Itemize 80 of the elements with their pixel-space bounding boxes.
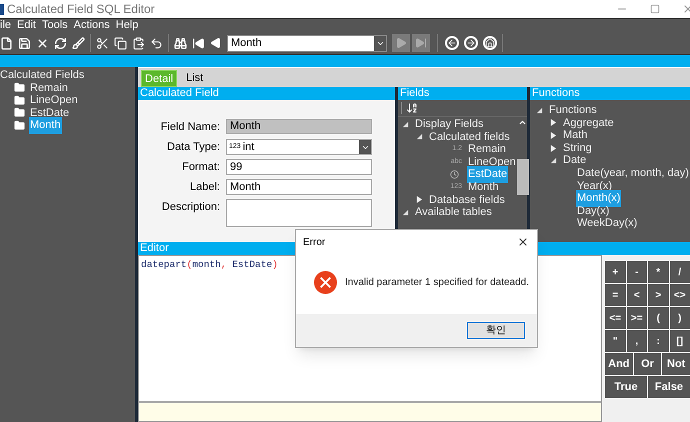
keypad-key[interactable]: :: [648, 330, 668, 352]
collapsed-triangle-icon[interactable]: [416, 196, 423, 204]
folder-icon: [14, 120, 25, 131]
keypad-key[interactable]: ): [670, 307, 690, 329]
expanded-triangle-icon[interactable]: [402, 208, 409, 216]
field-label: Label:: [189, 180, 221, 195]
save-icon[interactable]: [18, 36, 31, 50]
tab[interactable]: List: [183, 70, 206, 87]
keypad-key[interactable]: *: [648, 261, 668, 283]
keypad-key[interactable]: Or: [634, 353, 662, 375]
collapsed-triangle-icon[interactable]: [550, 119, 557, 126]
brush-icon[interactable]: [72, 36, 85, 50]
skip-forward-icon: [415, 37, 427, 49]
tree-root[interactable]: Calculated Fields: [0, 69, 135, 82]
keypad-key[interactable]: -: [626, 261, 647, 283]
scroll-up-icon[interactable]: [518, 118, 528, 127]
copy-icon[interactable]: [114, 36, 127, 50]
keypad-key[interactable]: <: [626, 284, 647, 306]
folder-icon: [14, 82, 25, 94]
expanded-triangle-icon[interactable]: [416, 133, 423, 140]
panel-header: Calculated Field: [138, 87, 395, 100]
error-message: Invalid parameter 1 specified for dateadd.: [345, 276, 529, 290]
field-label: Format:: [181, 160, 221, 175]
folder-icon: [14, 107, 25, 118]
input-field[interactable]: 99: [226, 159, 372, 175]
scissors-icon[interactable]: [96, 36, 109, 50]
menu-item[interactable]: Tools: [38, 17, 71, 34]
keypad-key[interactable]: ": [605, 330, 626, 352]
folder-icon: [14, 94, 25, 106]
menu-item[interactable]: Edit: [14, 17, 39, 34]
first-icon[interactable]: [192, 36, 205, 50]
forward-icon[interactable]: [464, 36, 478, 50]
maximize-icon[interactable]: [650, 4, 660, 14]
refresh-icon[interactable]: [54, 36, 67, 50]
panel-header: Fields: [398, 87, 527, 100]
menu-item[interactable]: Actions: [70, 17, 113, 34]
app-icon: [0, 4, 4, 14]
window-title: Calculated Field SQL Editor: [7, 1, 155, 18]
record-combo[interactable]: Month: [227, 34, 387, 52]
keypad-key[interactable]: True: [605, 376, 647, 398]
keypad-key[interactable]: >=: [626, 307, 647, 329]
input-field[interactable]: Month: [226, 179, 372, 195]
menu-item[interactable]: Help: [112, 17, 142, 34]
keypad-key[interactable]: /: [670, 261, 690, 283]
back-icon[interactable]: [445, 36, 459, 50]
error-icon: [314, 270, 337, 294]
description-field[interactable]: [226, 199, 372, 227]
keypad-key[interactable]: <>: [670, 284, 690, 306]
keypad-key[interactable]: ,: [626, 330, 647, 352]
close-icon[interactable]: [36, 36, 49, 50]
field-label: Data Type:: [166, 140, 221, 155]
keypad-key[interactable]: (: [648, 307, 668, 329]
home-icon[interactable]: [483, 36, 497, 50]
keypad-key[interactable]: Not: [662, 353, 690, 375]
expanded-triangle-icon[interactable]: [536, 106, 543, 114]
field-label: Description:: [160, 200, 221, 215]
keypad-key[interactable]: =: [605, 284, 626, 306]
previous-icon[interactable]: [210, 37, 222, 49]
paste-icon[interactable]: [132, 36, 145, 50]
keypad-key[interactable]: >: [648, 284, 668, 306]
keypad-key[interactable]: +: [605, 261, 626, 283]
expanded-triangle-icon[interactable]: [402, 120, 409, 128]
keypad-key[interactable]: False: [648, 376, 690, 398]
expanded-triangle-icon[interactable]: [550, 157, 557, 164]
menu-item[interactable]: ile: [0, 17, 14, 34]
field-label: Field Name:: [160, 120, 221, 135]
collapsed-triangle-icon[interactable]: [550, 132, 557, 139]
keypad-key[interactable]: And: [605, 353, 633, 375]
clock-icon: [450, 170, 459, 180]
collapsed-triangle-icon[interactable]: [550, 144, 557, 152]
close-icon[interactable]: [517, 236, 529, 248]
panel-header: Functions: [530, 87, 690, 100]
keypad-key[interactable]: <=: [605, 307, 626, 329]
ok-button[interactable]: 확인: [467, 322, 525, 339]
play-icon: [395, 37, 407, 49]
sort-icon[interactable]: [406, 102, 418, 114]
keypad-key[interactable]: []: [670, 330, 690, 352]
new-file-icon[interactable]: [0, 36, 13, 50]
undo-icon[interactable]: [150, 36, 163, 50]
binoculars-icon[interactable]: [174, 36, 187, 50]
